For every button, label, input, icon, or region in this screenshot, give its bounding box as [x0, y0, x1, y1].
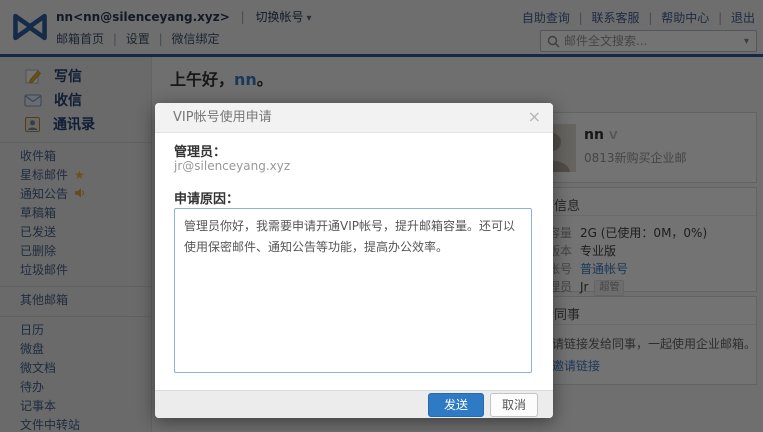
dialog-title: VIP帐号使用申请	[173, 110, 272, 125]
vip-application-dialog: VIP帐号使用申请 × 管理员： jr@silenceyang.xyz 申请原因…	[155, 103, 553, 418]
exmail-home-page: nn<nn@silenceyang.xyz> | 切换帐号▾ 邮箱首页 | 设置…	[0, 0, 763, 432]
dialog-titlebar: VIP帐号使用申请 ×	[155, 103, 553, 133]
close-icon[interactable]: ×	[528, 103, 541, 131]
send-button[interactable]: 发送	[427, 392, 484, 417]
admin-label: 管理员：	[174, 145, 227, 160]
admin-address: jr@silenceyang.xyz	[174, 159, 291, 173]
cancel-button[interactable]: 取消	[489, 392, 538, 417]
reason-label: 申请原因：	[174, 192, 240, 207]
reason-textarea[interactable]: 管理员你好，我需要申请开通VIP帐号，提升邮箱容量。还可以使用保密邮件、通知公告…	[174, 208, 532, 373]
dialog-footer: 发送 取消	[155, 390, 553, 418]
